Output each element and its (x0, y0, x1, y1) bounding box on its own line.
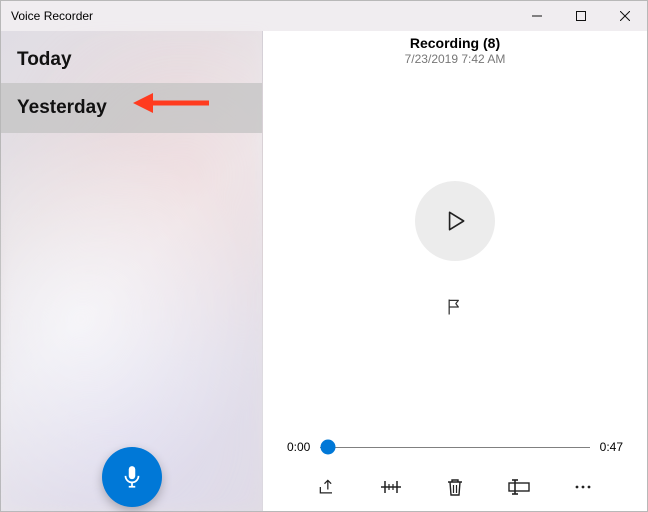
close-button[interactable] (603, 1, 647, 31)
maximize-icon (576, 11, 586, 21)
recording-title: Recording (8) (263, 35, 647, 51)
window-controls (515, 1, 647, 31)
sidebar-section-label: Yesterday (17, 97, 107, 118)
window-title: Voice Recorder (11, 9, 93, 23)
share-button[interactable] (315, 475, 339, 499)
bottom-toolbar (263, 465, 647, 511)
minimize-icon (532, 11, 542, 21)
rename-button[interactable] (507, 475, 531, 499)
play-button[interactable] (415, 181, 495, 261)
seek-line (320, 447, 589, 448)
minimize-button[interactable] (515, 1, 559, 31)
recordings-sidebar: Today Yesterday (1, 31, 263, 511)
play-icon (442, 208, 468, 234)
recording-timestamp: 7/23/2019 7:42 AM (263, 52, 647, 66)
timeline: 0:00 0:47 (263, 435, 647, 465)
main-panel: Recording (8) 7/23/2019 7:42 AM 0:0 (263, 31, 647, 511)
seek-knob[interactable] (321, 440, 336, 455)
time-total: 0:47 (600, 440, 623, 454)
trim-button[interactable] (379, 475, 403, 499)
titlebar: Voice Recorder (1, 1, 647, 31)
rename-icon (507, 478, 531, 496)
microphone-icon (119, 464, 145, 490)
trash-icon (446, 477, 464, 497)
record-button[interactable] (102, 447, 162, 507)
more-icon (573, 477, 593, 497)
annotation-arrow (131, 89, 211, 117)
seek-track[interactable] (320, 435, 589, 459)
time-current: 0:00 (287, 440, 310, 454)
sidebar-section-yesterday[interactable]: Yesterday (1, 83, 262, 133)
sidebar-section-today[interactable]: Today (1, 31, 262, 83)
share-icon (317, 477, 337, 497)
more-button[interactable] (571, 475, 595, 499)
sidebar-section-label: Today (17, 49, 72, 70)
app-window: Voice Recorder Today Yesterday (0, 0, 648, 512)
flag-icon (445, 297, 465, 317)
delete-button[interactable] (443, 475, 467, 499)
close-icon (620, 11, 630, 21)
add-marker-button[interactable] (441, 293, 469, 321)
recording-header: Recording (8) 7/23/2019 7:42 AM (263, 35, 647, 66)
app-body: Today Yesterday (1, 31, 647, 511)
maximize-button[interactable] (559, 1, 603, 31)
trim-icon (379, 477, 403, 497)
playback-area (263, 66, 647, 435)
